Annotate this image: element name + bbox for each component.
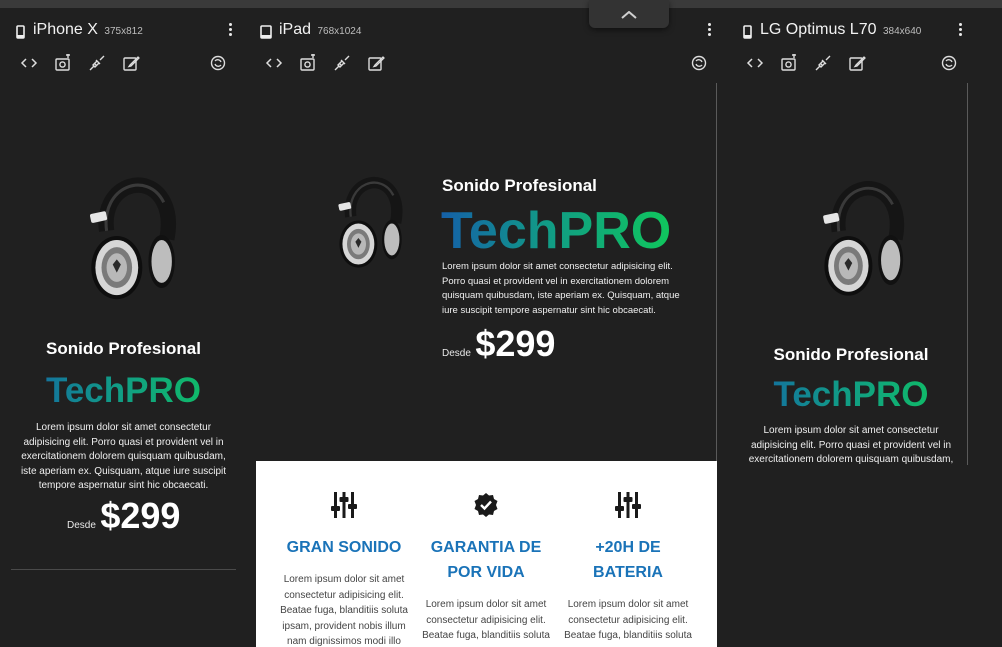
headphones-image [338, 177, 403, 268]
description-line: Lorem ipsum dolor sit amet consectetur [35, 422, 212, 433]
device-ipad: iPad 768x1024 Sonido Profesional TechPRO… [252, 8, 718, 647]
brand-logo-text: TechPRO [8, 371, 239, 411]
hero-subtitle: Sonido Profesional [46, 339, 201, 358]
device-header: iPhone X 375x812 [8, 8, 244, 50]
phone-icon [743, 25, 752, 39]
device-viewport[interactable]: Sonido Profesional TechPRO Lorem ipsum d… [256, 83, 717, 647]
plug-icon[interactable] [814, 54, 832, 72]
description-line: exercitationem dolorem quisquam quibusda… [748, 454, 954, 465]
top-bar [0, 0, 1002, 8]
rotate-icon[interactable] [209, 54, 227, 72]
feature-text-line: Lorem ipsum dolor sit amet [425, 599, 547, 610]
sliders-icon [331, 492, 357, 518]
brand-logo-text: TechPRO [441, 202, 672, 260]
phone-icon [16, 25, 25, 39]
description-line: exercitationem dolorem quisquam quibusda… [21, 451, 226, 462]
price-value: $299 [475, 323, 556, 364]
description-line: quisquam quibusdam, iste aperiam ex. Qui… [442, 290, 680, 302]
hero-subtitle: Sonido Profesional [773, 345, 929, 364]
feature-title: +20H DE [595, 539, 661, 556]
feature-title: POR VIDA [447, 564, 525, 581]
description-line: adipisicing elit. Porro quasi et provide… [23, 436, 224, 448]
device-lg-optimus-l70: LG Optimus L70 384x640 Sonido Profesiona… [735, 8, 1002, 647]
rotate-icon[interactable] [940, 54, 958, 72]
feature-text-line: consectetur adipisicing elit. [568, 614, 688, 626]
headphones-image [823, 181, 905, 296]
kebab-menu-icon[interactable] [708, 23, 712, 38]
code-icon[interactable] [746, 54, 764, 72]
feature-text-line: Lorem ipsum dolor sit amet [567, 599, 689, 610]
rotate-icon[interactable] [690, 54, 708, 72]
feature-text-line: consectetur adipisicing elit. [284, 589, 404, 601]
features-section: GRAN SONIDO Lorem ipsum dolor sit amet c… [256, 461, 717, 647]
feature-text-line: Lorem ipsum dolor sit amet [283, 574, 405, 585]
code-icon[interactable] [265, 54, 283, 72]
tablet-icon [260, 25, 272, 39]
price-prefix: Desde [67, 520, 96, 531]
plug-icon[interactable] [88, 54, 106, 72]
plug-icon[interactable] [333, 54, 351, 72]
device-resolution: 768x1024 [317, 26, 362, 37]
hero-description: Lorem ipsum dolor sit amet consectetur a… [735, 424, 967, 465]
hero-subtitle: Sonido Profesional [442, 176, 597, 195]
device-header: LG Optimus L70 384x640 [735, 8, 1002, 50]
camera-icon[interactable] [54, 54, 72, 72]
price-row: Desde $299 [67, 495, 180, 537]
feature-title: GRAN SONIDO [286, 539, 402, 556]
code-icon[interactable] [20, 54, 38, 72]
hero-description: Lorem ipsum dolor sit amet consectetur a… [442, 260, 680, 319]
brand-logo-text: TechPRO [735, 375, 967, 415]
description-line: Porro quasi et provident vel in exercita… [442, 275, 670, 287]
price-value: $299 [100, 495, 181, 536]
viewport-border [716, 83, 717, 461]
feature-text-line: ipsam, provident nobis illum [282, 620, 406, 632]
device-iphone-x: iPhone X 375x812 Sonido Profesional Tech… [8, 8, 244, 647]
device-viewport[interactable]: Sonido Profesional TechPRO Lorem ipsum d… [735, 83, 967, 465]
price-prefix: Desde [442, 348, 471, 359]
device-viewport[interactable]: Sonido Profesional TechPRO Lorem ipsum d… [8, 83, 244, 647]
feature-text-line: consectetur adipisicing elit. [426, 614, 546, 626]
feature-text-line: Beatae fuga, blanditiis soluta [280, 605, 408, 617]
camera-icon[interactable] [299, 54, 317, 72]
device-name: iPhone X 375x812 [33, 21, 143, 38]
sliders-icon [615, 492, 641, 518]
feature-title: BATERIA [593, 564, 663, 581]
device-name: LG Optimus L70 384x640 [760, 21, 922, 38]
headphones-image [89, 177, 176, 300]
feature-card: GRAN SONIDO Lorem ipsum dolor sit amet c… [274, 461, 414, 647]
feature-text-line: Beatae fuga, blanditiis soluta [422, 630, 550, 642]
price-row: Desde $299 [442, 323, 555, 365]
kebab-menu-icon[interactable] [229, 23, 233, 38]
feature-text-line: nam dignissimos modi illo [287, 636, 401, 647]
section-divider [11, 569, 236, 570]
kebab-menu-icon[interactable] [959, 23, 963, 38]
description-line: Lorem ipsum dolor sit amet consectetur [763, 425, 939, 436]
description-line: iure suscipit tempore aspernatur sint hi… [442, 305, 656, 317]
feature-title: GARANTIA DE [430, 539, 542, 556]
device-resolution: 375x812 [104, 26, 143, 37]
device-name: iPad 768x1024 [279, 21, 362, 38]
device-header: iPad 768x1024 [252, 8, 718, 50]
device-resolution: 384x640 [882, 26, 922, 37]
feature-card: +20H DE BATERIA Lorem ipsum dolor sit am… [558, 461, 698, 644]
hero-description: Lorem ipsum dolor sit amet consectetur a… [8, 421, 239, 494]
description-line: Lorem ipsum dolor sit amet consectetur a… [442, 261, 673, 272]
viewport-border [967, 83, 968, 465]
check-badge-icon [474, 493, 498, 517]
description-line: iste aperiam ex. Quisquam, atque iure su… [20, 465, 227, 477]
edit-icon[interactable] [367, 54, 385, 72]
camera-icon[interactable] [780, 54, 798, 72]
edit-icon[interactable] [848, 54, 866, 72]
description-line: adipisicing elit. Porro quasi et provide… [750, 439, 952, 451]
edit-icon[interactable] [122, 54, 140, 72]
feature-text-line: Beatae fuga, blanditiis soluta [564, 630, 692, 642]
description-line: tempore aspernatur sint hic obcaecati. [38, 480, 209, 491]
feature-card: GARANTIA DE POR VIDA Lorem ipsum dolor s… [416, 461, 556, 644]
